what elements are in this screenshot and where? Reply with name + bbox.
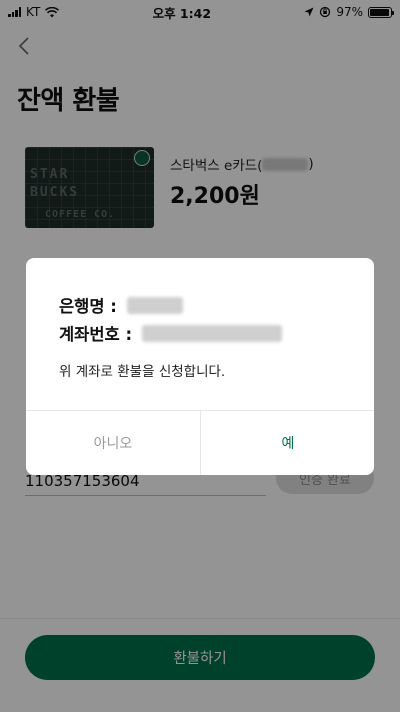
- yes-button[interactable]: 예: [201, 411, 374, 475]
- bank-name-row: 은행명 :: [59, 293, 183, 317]
- confirm-dialog: 은행명 : 계좌번호 : 위 계좌로 환불을 신청합니다. 아니오 예: [26, 258, 374, 475]
- no-button[interactable]: 아니오: [26, 411, 200, 475]
- account-number-label: 계좌번호 :: [59, 325, 133, 344]
- account-number-row: 계좌번호 :: [59, 321, 283, 345]
- dialog-message: 위 계좌로 환불을 신청합니다.: [59, 364, 226, 380]
- redacted-bank-name: [126, 296, 183, 314]
- redacted-account-number: [142, 324, 283, 342]
- bank-name-label: 은행명 :: [59, 297, 117, 316]
